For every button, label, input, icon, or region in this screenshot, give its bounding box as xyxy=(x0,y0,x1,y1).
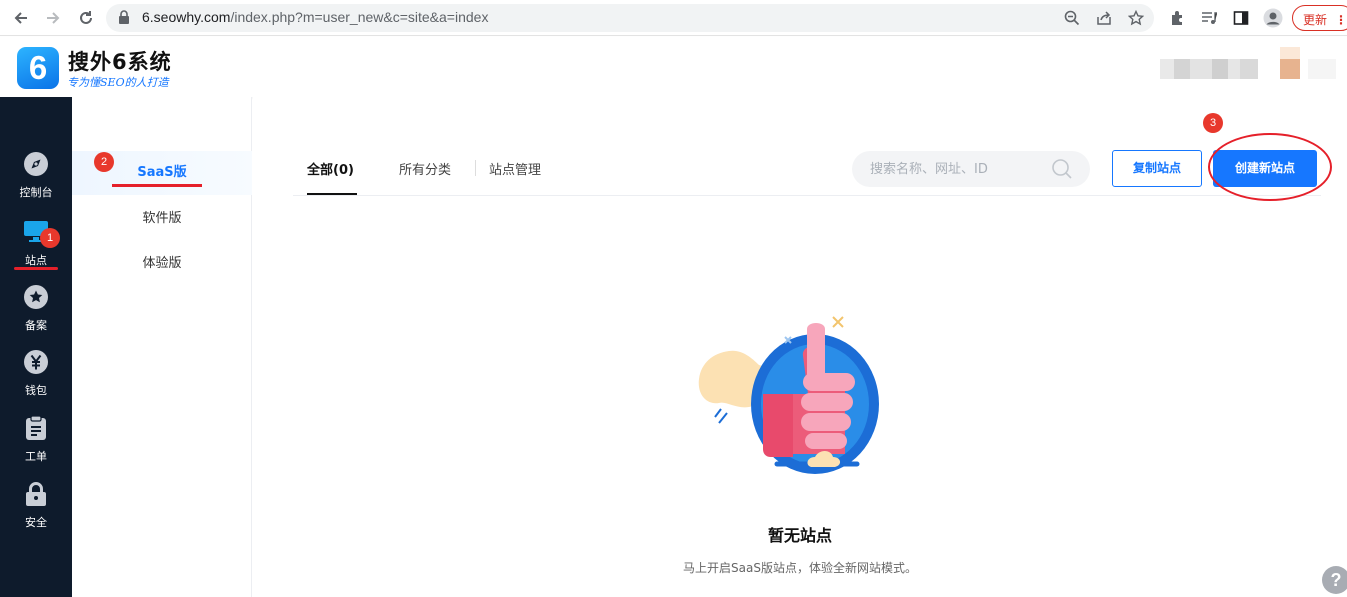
tab-all[interactable]: 全部(0) xyxy=(307,159,354,178)
menu-dots-icon: ⋮ xyxy=(1335,13,1347,27)
lock-icon xyxy=(118,10,130,25)
empty-state-description: 马上开启SaaS版站点，体验全新网站模式。 xyxy=(683,561,917,575)
user-info-blurred[interactable] xyxy=(1160,47,1336,79)
update-button[interactable]: 更新 ⋮ xyxy=(1292,5,1347,31)
address-bar[interactable]: 6.seowhy.com/index.php?m=user_new&c=site… xyxy=(106,4,1154,32)
sidebar-item-label: 钱包 xyxy=(25,384,47,397)
annotation-marker-2: 2 xyxy=(94,152,114,172)
active-tab-indicator xyxy=(307,193,357,195)
bookmark-star-icon[interactable] xyxy=(1128,10,1144,26)
logo-slogan: 专为懂SEO的人打造 xyxy=(67,76,169,89)
url-text: 6.seowhy.com/index.php?m=user_new&c=site… xyxy=(142,9,488,25)
reload-icon[interactable] xyxy=(75,7,97,29)
sidebar-item-tickets[interactable]: 工单 xyxy=(0,415,72,471)
url-host: 6.seowhy.com xyxy=(142,9,231,25)
subnav-item-software[interactable]: 软件版 xyxy=(72,197,252,241)
clipboard-icon xyxy=(23,415,49,441)
search-icon[interactable] xyxy=(1051,158,1073,180)
main-sidebar: 控制台 站点 备案 钱包 工单 安全 1 xyxy=(0,97,72,597)
help-icon[interactable]: ? xyxy=(1322,566,1347,594)
sidebar-item-label: 控制台 xyxy=(19,186,53,199)
url-path: /index.php?m=user_new&c=site&a=index xyxy=(230,9,489,25)
browser-toolbar: 6.seowhy.com/index.php?m=user_new&c=site… xyxy=(0,0,1347,36)
extensions-puzzle-icon[interactable] xyxy=(1166,7,1188,29)
zoom-icon[interactable] xyxy=(1064,10,1080,26)
product-subsidebar: SaaS版 软件版 体验版 2 xyxy=(72,97,252,597)
annotation-ellipse-create xyxy=(1208,133,1332,201)
subnav-item-trial[interactable]: 体验版 xyxy=(72,242,252,286)
profile-avatar-icon[interactable] xyxy=(1262,7,1284,29)
update-button-label: 更新 xyxy=(1303,13,1328,27)
back-arrow-icon[interactable] xyxy=(10,7,32,29)
copy-site-button[interactable]: 复制站点 xyxy=(1112,150,1202,187)
logo-icon[interactable]: 6 xyxy=(17,47,59,89)
logo-title[interactable]: 搜外6系统 xyxy=(68,46,172,76)
sidebar-item-security[interactable]: 安全 xyxy=(0,481,72,537)
site-header: 6 搜外6系统 专为懂SEO的人打造 xyxy=(0,37,1347,97)
thumbs-up-illustration xyxy=(698,316,879,474)
share-icon[interactable] xyxy=(1096,10,1112,26)
annotation-marker-3: 3 xyxy=(1203,113,1223,133)
tab-all-categories[interactable]: 所有分类 xyxy=(399,159,451,178)
star-badge-icon xyxy=(23,284,49,310)
sidebar-item-label: 备案 xyxy=(25,319,47,332)
empty-state-title: 暂无站点 xyxy=(767,526,832,545)
sidebar-item-filing[interactable]: 备案 xyxy=(0,284,72,340)
media-list-icon[interactable] xyxy=(1198,7,1220,29)
sidebar-item-console[interactable]: 控制台 xyxy=(0,151,72,207)
annotation-underline-sites xyxy=(14,267,58,270)
forward-arrow-icon[interactable] xyxy=(42,7,64,29)
sidebar-item-wallet[interactable]: 钱包 xyxy=(0,349,72,405)
yen-icon xyxy=(23,349,49,375)
sidebar-item-label: 站点 xyxy=(25,254,47,267)
lock-icon xyxy=(23,481,49,507)
subnav-item-label: 体验版 xyxy=(142,256,182,271)
main-content: 全部(0) 所有分类 站点管理 复制站点 创建新站点 3 暂无站点 马上开启Sa… xyxy=(253,97,1347,597)
tab-divider xyxy=(475,160,476,176)
sidebar-item-sites[interactable]: 站点 xyxy=(0,218,72,274)
compass-icon xyxy=(23,151,49,177)
sidebar-item-label: 安全 xyxy=(25,516,47,529)
tab-site-management[interactable]: 站点管理 xyxy=(489,159,541,178)
tabs-border xyxy=(293,195,1321,196)
annotation-underline-saas xyxy=(112,184,202,187)
sidebar-item-label: 工单 xyxy=(25,450,47,463)
annotation-marker-1: 1 xyxy=(40,228,60,248)
side-panel-icon[interactable] xyxy=(1230,7,1252,29)
subnav-item-label: 软件版 xyxy=(142,211,182,226)
subnav-item-label: SaaS版 xyxy=(137,165,187,180)
